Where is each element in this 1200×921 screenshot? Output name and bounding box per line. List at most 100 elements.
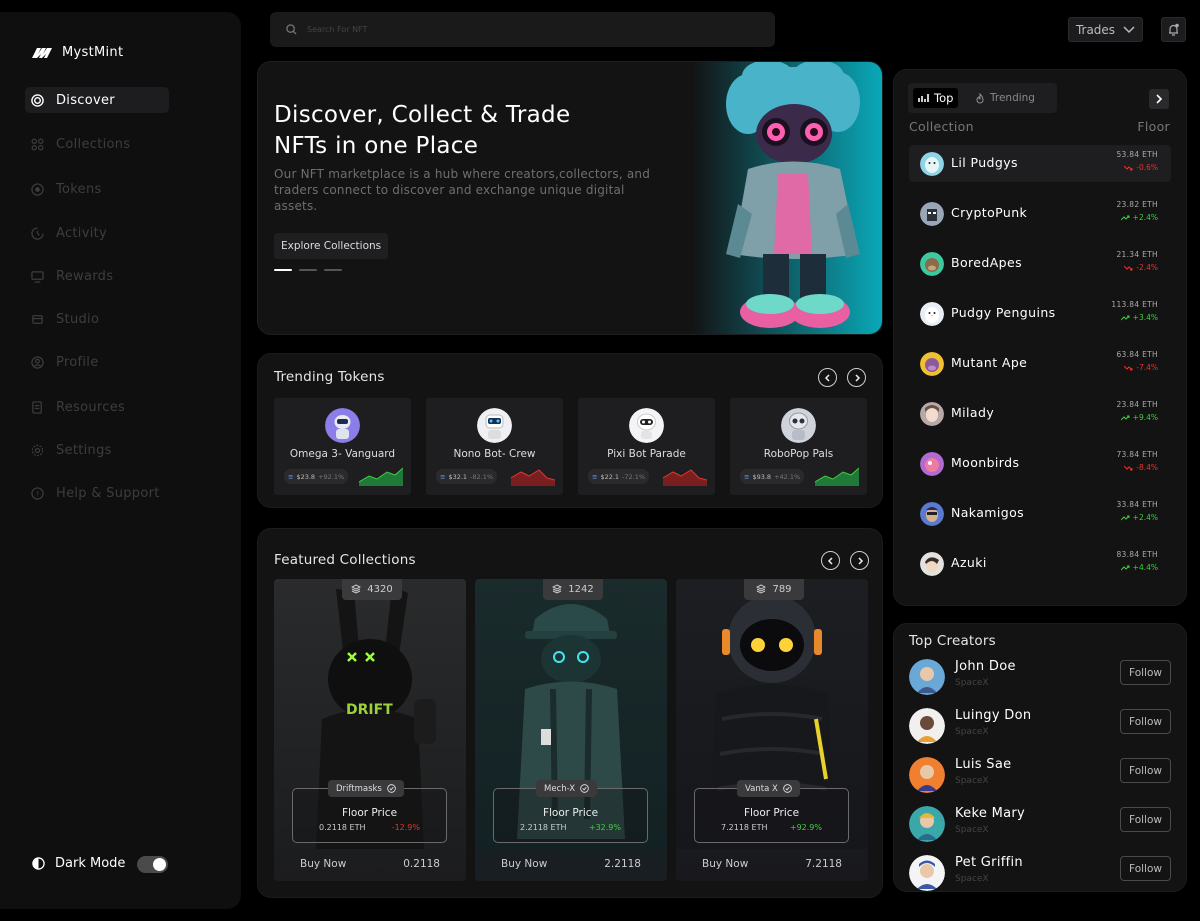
creator-avatar (909, 806, 945, 842)
buy-now-label[interactable]: Buy Now (702, 858, 748, 870)
collection-name: Moonbirds (951, 455, 1020, 470)
collection-card[interactable]: 1242 Mech-X Floor Price 2.2118 ETH +32.9… (475, 579, 667, 881)
collection-name: CryptoPunk (951, 205, 1028, 220)
sidebar-item-activity[interactable]: Activity (25, 220, 169, 246)
notification-button[interactable] (1161, 17, 1186, 42)
token-pct: -82.1% (470, 472, 494, 481)
buy-now-bar[interactable]: Buy Now 0.2118 (274, 849, 466, 881)
follow-button[interactable]: Follow (1120, 709, 1171, 734)
collection-row[interactable]: Mutant Ape 63.84 ETH -7.4% (909, 345, 1171, 382)
token-card[interactable]: Pixi Bot Parade ≡ $22.1 -72.1% (578, 398, 715, 495)
studio-icon (32, 314, 43, 324)
collection-change-value: -8.4% (1136, 463, 1158, 472)
follow-button[interactable]: Follow (1120, 758, 1171, 783)
prev-arrow-button[interactable] (818, 368, 837, 387)
coin-icon (31, 182, 44, 196)
token-price-pill: ≡ $93.8 +42.1% (740, 469, 805, 484)
sidebar-item-resources[interactable]: Resources (25, 394, 169, 420)
token-card[interactable]: Nono Bot- Crew ≡ $32.1 -82.1% (426, 398, 563, 495)
collection-change: +3.4% (1120, 313, 1158, 322)
contrast-icon (32, 857, 45, 870)
sidebar-item-rewards[interactable]: Rewards (25, 263, 169, 289)
trend-down-icon (1124, 365, 1133, 370)
collection-row[interactable]: CryptoPunk 23.82 ETH +2.4% (909, 195, 1171, 232)
collection-change: -8.4% (1124, 463, 1158, 472)
brand-name: MystMint (62, 45, 124, 60)
item-count: 4320 (367, 583, 393, 595)
collection-floor-value: 73.84 ETH (1116, 450, 1158, 459)
carousel-dots (274, 269, 342, 271)
sidebar-item-studio[interactable]: Studio (25, 306, 169, 332)
collection-floor-value: 63.84 ETH (1116, 350, 1158, 359)
svg-text:?: ? (35, 489, 39, 498)
brand-logo[interactable]: MystMint (32, 45, 123, 60)
carousel-dot[interactable] (274, 269, 292, 271)
sidebar-item-help[interactable]: ? Help & Support (25, 480, 169, 506)
explore-collections-button[interactable]: Explore Collections (274, 233, 389, 259)
next-arrow-button[interactable] (850, 551, 869, 570)
token-price: $23.8 (296, 472, 316, 481)
collection-name: Vanta X (745, 783, 778, 794)
hero-description: Our NFT marketplace is a hub where creat… (274, 167, 651, 213)
token-card[interactable]: Omega 3- Vanguard ≡ $23.8 +92.1% (274, 398, 411, 495)
sidebar-item-label: Activity (56, 225, 108, 241)
collection-row[interactable]: Pudgy Penguins 113.84 ETH +3.4% (909, 295, 1171, 332)
sidebar-item-collections[interactable]: Collections (25, 131, 169, 157)
next-page-button[interactable] (1149, 89, 1169, 109)
next-arrow-button[interactable] (847, 368, 866, 387)
trades-dropdown[interactable]: Trades (1068, 17, 1143, 42)
follow-button[interactable]: Follow (1120, 856, 1171, 881)
creator-org: SpaceX (955, 825, 989, 835)
sidebar-item-label: Collections (56, 136, 131, 152)
collection-floor-value: 83.84 ETH (1116, 550, 1158, 559)
token-name: RoboPop Pals (763, 448, 834, 460)
chevron-right-icon (854, 373, 860, 382)
buy-now-label[interactable]: Buy Now (300, 858, 346, 870)
follow-button[interactable]: Follow (1120, 807, 1171, 832)
dark-mode-toggle[interactable] (137, 856, 168, 873)
stack-icon: ≡ (440, 472, 446, 481)
creator-name: Pet Griffin (955, 855, 1023, 870)
carousel-dot[interactable] (299, 269, 317, 271)
token-pct: -72.1% (622, 472, 646, 481)
verified-icon (783, 784, 792, 793)
buy-now-bar[interactable]: Buy Now 2.2118 (475, 849, 667, 881)
sidebar-item-profile[interactable]: Profile (25, 349, 169, 375)
creator-name: Luingy Don (955, 708, 1032, 723)
token-price-pill: ≡ $23.8 +92.1% (284, 469, 349, 484)
buy-now-bar[interactable]: Buy Now 7.2118 (676, 849, 868, 881)
tab-top[interactable]: Top (913, 88, 959, 108)
verified-icon (580, 784, 589, 793)
verified-icon (387, 784, 396, 793)
collection-row[interactable]: Moonbirds 73.84 ETH -8.4% (909, 445, 1171, 482)
token-price: $32.1 (448, 472, 468, 481)
search-input[interactable] (307, 25, 707, 34)
follow-button[interactable]: Follow (1120, 660, 1171, 685)
trend-down-icon (1124, 165, 1133, 170)
collection-row[interactable]: Nakamigos 33.84 ETH +2.4% (909, 495, 1171, 532)
collection-row[interactable]: Lil Pudgys 53.84 ETH -0.6% (909, 145, 1171, 182)
collection-row[interactable]: Milady 23.84 ETH +9.4% (909, 395, 1171, 432)
buy-now-label[interactable]: Buy Now (501, 858, 547, 870)
creator-row: Luis Sae SpaceX Follow (909, 755, 1171, 795)
sidebar-item-discover[interactable]: Discover (25, 87, 169, 113)
token-card[interactable]: RoboPop Pals ≡ $93.8 +42.1% (730, 398, 867, 495)
collection-row[interactable]: BoredApes 21.34 ETH -2.4% (909, 245, 1171, 282)
collection-card[interactable]: DRIFT 4320 Driftmasks Floor Price 0.2118… (274, 579, 466, 881)
collection-floor-value: 113.84 ETH (1111, 300, 1158, 309)
collection-row[interactable]: Azuki 83.84 ETH +4.4% (909, 545, 1171, 582)
sidebar-item-label: Help & Support (56, 485, 160, 501)
collection-change-value: +9.4% (1132, 413, 1158, 422)
stack-icon: ≡ (288, 472, 294, 481)
carousel-dot[interactable] (324, 269, 342, 271)
floor-price-box: Vanta X Floor Price 7.2118 ETH +92.9% (694, 780, 849, 843)
collection-card[interactable]: 789 Vanta X Floor Price 7.2118 ETH +92.9… (676, 579, 868, 881)
token-name: Omega 3- Vanguard (289, 448, 396, 460)
sidebar-item-settings[interactable]: Settings (25, 437, 169, 463)
collection-floor-value: 53.84 ETH (1116, 150, 1158, 159)
nakamigos-avatar (920, 502, 944, 526)
tab-trending[interactable]: Trending (970, 88, 1040, 108)
search-icon (286, 24, 297, 35)
sidebar-item-tokens[interactable]: Tokens (25, 176, 169, 202)
prev-arrow-button[interactable] (821, 551, 840, 570)
